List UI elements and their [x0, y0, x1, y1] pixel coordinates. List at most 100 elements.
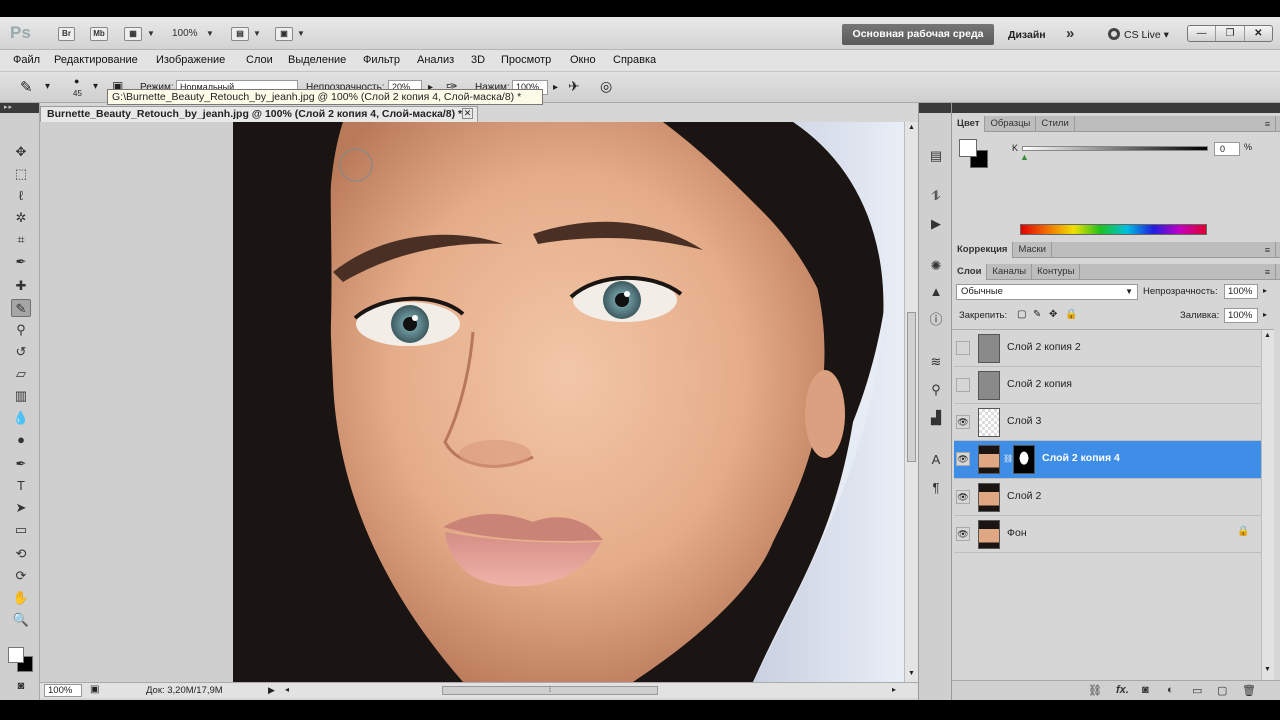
foreground-swatch[interactable] [959, 139, 977, 157]
panel-menu-icon[interactable]: ≡ [1260, 264, 1276, 280]
eye-icon[interactable]: 👁 [956, 527, 970, 541]
panel-grip[interactable] [919, 103, 951, 113]
layer-row[interactable]: 👁 Фон 🔒 [954, 516, 1261, 553]
new-layer-icon[interactable]: ▢ [1217, 684, 1227, 697]
blend-mode-select[interactable]: Обычные ▼ [956, 284, 1138, 300]
stepper-icon[interactable]: ▸ [553, 82, 558, 93]
panel-grip[interactable]: ▸▸ [0, 103, 39, 113]
tab-adjustments[interactable]: Коррекция [952, 242, 1014, 258]
menu-analysis[interactable]: Анализ [417, 54, 454, 66]
layer-mask-thumbnail[interactable] [1013, 445, 1035, 474]
link-layers-icon[interactable]: ⛓ [1088, 684, 1102, 697]
tab-layers[interactable]: Слои [952, 264, 988, 280]
paragraph-icon[interactable]: ¶ [926, 479, 946, 497]
history-brush-tool-icon[interactable]: ↺ [11, 343, 31, 361]
workspace-design-button[interactable]: Дизайн [1008, 29, 1046, 41]
clone-source-icon[interactable]: ⚲ [926, 381, 946, 399]
zoom-level-field[interactable]: 100% [172, 28, 198, 39]
k-value-field[interactable]: 0 [1214, 142, 1240, 156]
layer-row[interactable]: 👁 Слой 2 [954, 479, 1261, 516]
layer-row[interactable]: 👁 Слой 3 [954, 404, 1261, 441]
minimize-button[interactable]: — [1188, 26, 1217, 41]
healing-brush-tool-icon[interactable]: ✚ [11, 277, 31, 295]
restore-button[interactable]: ❐ [1216, 26, 1245, 41]
3d-orbit-tool-icon[interactable]: ⟳ [11, 567, 31, 585]
airbrush-icon[interactable]: ✈ [568, 78, 580, 95]
chevron-down-icon[interactable]: ▾ [45, 81, 50, 92]
layer-opacity-field[interactable]: 100% [1224, 284, 1258, 299]
scroll-up-icon[interactable]: ▲ [1264, 332, 1271, 339]
navigator-icon[interactable]: ✺ [926, 257, 946, 275]
menu-select[interactable]: Выделение [288, 54, 346, 66]
brush-preset-icon[interactable]: ● [74, 76, 79, 86]
panel-menu-icon[interactable]: ≡ [1260, 116, 1276, 132]
quick-selection-tool-icon[interactable]: ✲ [11, 209, 31, 227]
history-icon[interactable]: ⥮ [926, 187, 946, 205]
tab-channels[interactable]: Каналы [987, 264, 1033, 280]
eraser-tool-icon[interactable]: ▱ [11, 365, 31, 383]
tab-masks[interactable]: Маски [1013, 242, 1052, 258]
menu-image[interactable]: Изображение [156, 54, 225, 66]
type-tool-icon[interactable]: T [11, 477, 31, 495]
scroll-up-icon[interactable]: ▲ [908, 124, 915, 131]
eyedropper-tool-icon[interactable]: ✒ [11, 253, 31, 271]
pen-tool-icon[interactable]: ✒ [11, 455, 31, 473]
vertical-scrollbar[interactable]: ▲ ▼ [904, 122, 918, 682]
arrange-documents-button[interactable]: ▤ [231, 27, 249, 41]
view-extras-button[interactable]: ▦ [124, 27, 142, 41]
eye-icon[interactable]: 👁 [956, 452, 970, 466]
workspace-essentials-button[interactable]: Основная рабочая среда [842, 24, 994, 45]
menu-3d[interactable]: 3D [471, 54, 485, 66]
canvas-area[interactable] [40, 122, 904, 682]
foreground-color-swatch[interactable] [8, 647, 24, 663]
slider-handle-icon[interactable]: ▲ [1020, 152, 1029, 162]
stepper-icon[interactable]: ▸ [1263, 286, 1267, 295]
layers-scrollbar[interactable]: ▲ ▼ [1261, 330, 1274, 680]
lock-position-icon[interactable]: ✥ [1049, 309, 1057, 320]
status-menu-icon[interactable]: ▶ [268, 685, 275, 696]
scroll-thumb[interactable] [907, 312, 916, 462]
scroll-down-icon[interactable]: ▼ [1264, 666, 1271, 673]
bridge-button[interactable]: Br [58, 27, 75, 41]
link-icon[interactable]: ⛓ [1003, 454, 1013, 463]
mini-bridge-button[interactable]: Mb [90, 27, 108, 41]
menu-filter[interactable]: Фильтр [363, 54, 400, 66]
layer-row[interactable]: Слой 2 копия 2 [954, 330, 1261, 367]
panel-menu-icon[interactable]: ≡ [1260, 242, 1276, 258]
info-icon[interactable]: ⓘ [926, 311, 946, 329]
chevron-down-icon[interactable]: ▼ [297, 29, 305, 38]
menu-view[interactable]: Просмотр [501, 54, 551, 66]
fill-field[interactable]: 100% [1224, 308, 1258, 323]
character-icon[interactable]: A [926, 451, 946, 469]
tab-styles[interactable]: Стили [1036, 116, 1075, 132]
eye-icon[interactable]: 👁 [956, 490, 970, 504]
brush-tool-icon[interactable]: ✎ [11, 299, 31, 317]
3d-rotate-tool-icon[interactable]: ⟲ [11, 545, 31, 563]
pressure-size-icon[interactable]: ◎ [600, 78, 612, 95]
zoom-tool-icon[interactable]: 🔍 [11, 611, 31, 629]
blur-tool-icon[interactable]: 💧 [11, 409, 31, 427]
k-slider[interactable] [1022, 146, 1208, 151]
workspace-more-icon[interactable]: » [1066, 25, 1074, 42]
chevron-down-icon[interactable]: ▼ [206, 29, 214, 38]
move-tool-icon[interactable]: ✥ [11, 143, 31, 161]
actions-icon[interactable]: ▶ [926, 215, 946, 233]
add-mask-icon[interactable]: ◙ [1142, 684, 1149, 696]
brush-presets-icon[interactable]: ≋ [926, 353, 946, 371]
quick-mask-icon[interactable]: ◙ [11, 677, 31, 695]
chevron-down-icon[interactable]: ▾ [93, 81, 98, 92]
path-selection-tool-icon[interactable]: ➤ [11, 499, 31, 517]
histogram-icon[interactable]: ▲ [926, 283, 946, 301]
lock-pixels-icon[interactable]: ✎ [1033, 309, 1041, 320]
lock-all-icon[interactable]: 🔒 [1065, 309, 1077, 320]
menu-layers[interactable]: Слои [246, 54, 273, 66]
visibility-toggle[interactable] [956, 341, 970, 355]
marquee-tool-icon[interactable]: ⬚ [11, 165, 31, 183]
close-button[interactable]: ✕ [1245, 26, 1272, 41]
clone-stamp-tool-icon[interactable]: ⚲ [11, 321, 31, 339]
dodge-tool-icon[interactable]: ● [11, 431, 31, 449]
stepper-icon[interactable]: ▸ [1263, 310, 1267, 319]
adjustment-layer-icon[interactable]: ◐ [1167, 684, 1174, 696]
layer-row[interactable]: Слой 2 копия [954, 367, 1261, 404]
brush-tool-icon[interactable]: ✎ [20, 78, 33, 96]
